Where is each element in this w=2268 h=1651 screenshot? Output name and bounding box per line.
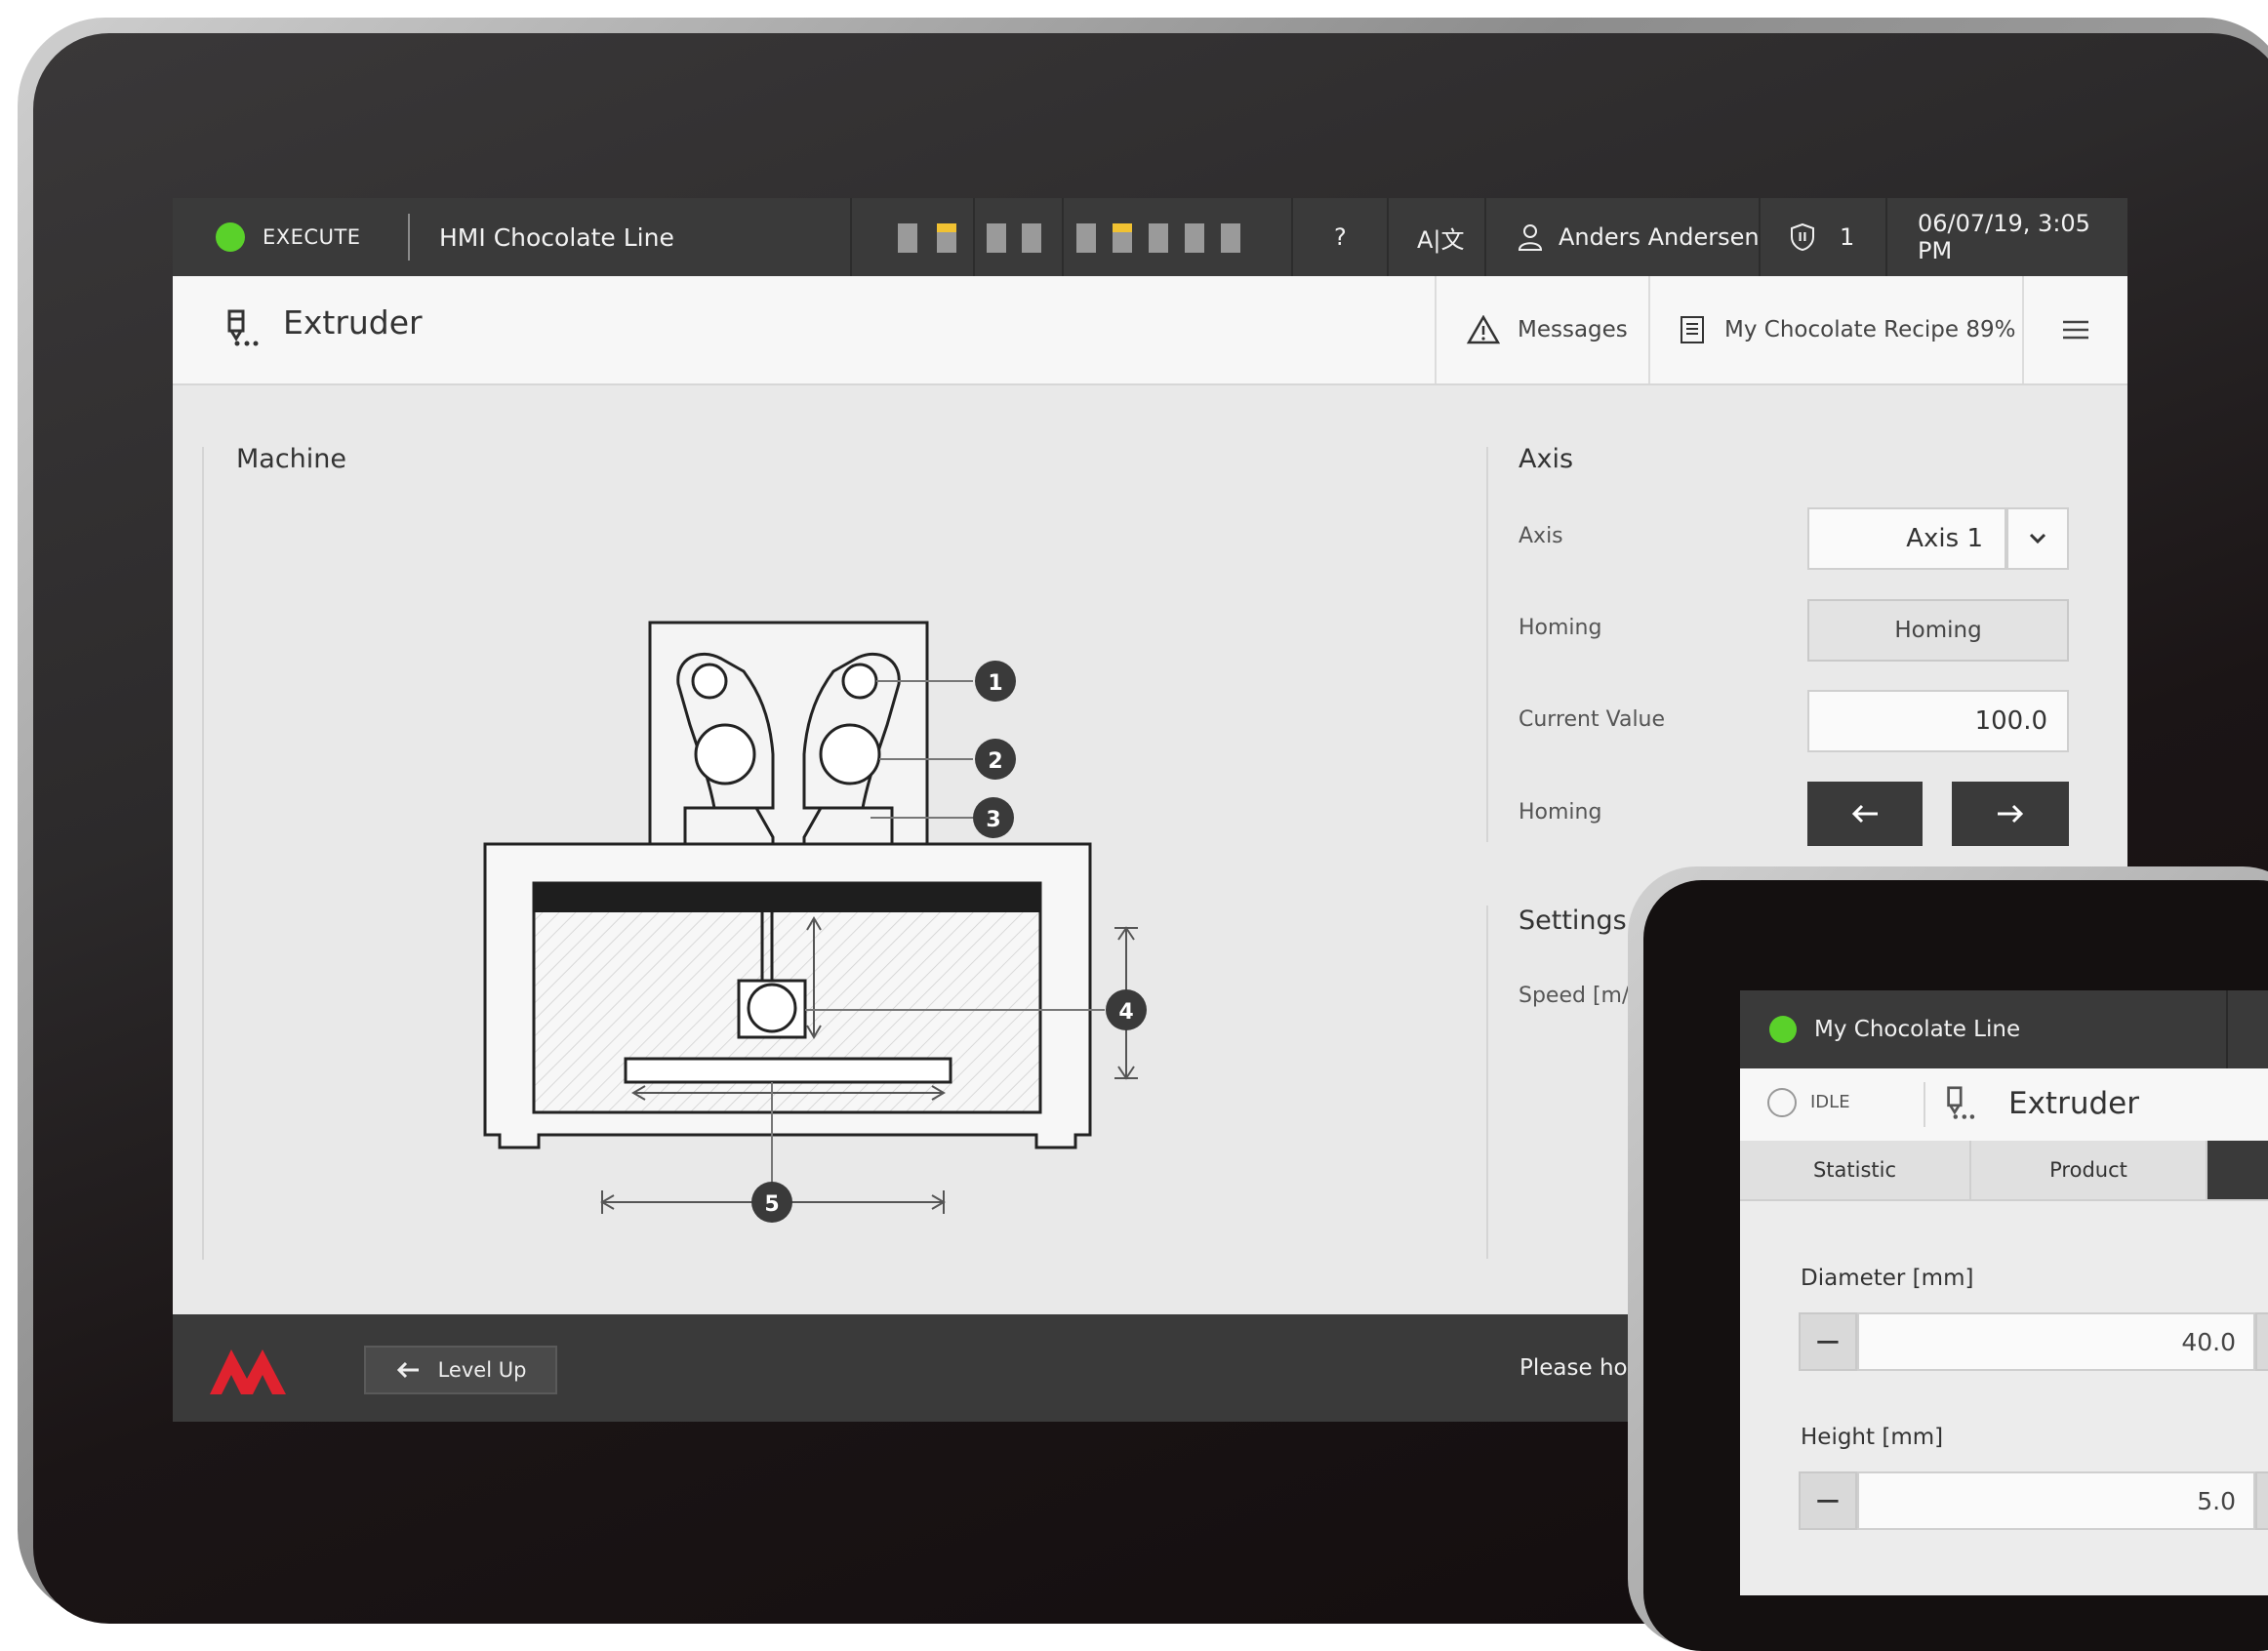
callout-2: 2	[988, 749, 1002, 774]
messages-button[interactable]: Messages	[1467, 276, 1628, 383]
user-button[interactable]: Anders Andersen	[1516, 198, 1760, 276]
status-dot-icon	[216, 222, 245, 252]
screen-slot-icon[interactable]	[1022, 223, 1041, 253]
callout-4: 4	[1118, 1000, 1133, 1025]
chevron-down-icon	[2029, 533, 2046, 544]
machine-title: Machine	[236, 444, 347, 474]
jog-left-button[interactable]	[1807, 782, 1923, 846]
screen-slot-icon[interactable]	[1076, 223, 1096, 253]
screen-slot-icon[interactable]	[937, 223, 956, 253]
settings-title: Settings	[1519, 906, 1627, 936]
screen-slot-icon[interactable]	[898, 223, 917, 253]
brand-logo	[210, 1349, 286, 1394]
settings-panel-divider	[1486, 906, 1488, 1259]
jog-right-button[interactable]	[1952, 782, 2069, 846]
state-label: IDLE	[1810, 1092, 1850, 1112]
second-title: Extruder	[2008, 1086, 2139, 1121]
screen-slot-icon[interactable]	[1221, 223, 1240, 253]
height-increment-button[interactable]: +	[2255, 1471, 2268, 1530]
mode-label: EXECUTE	[263, 225, 361, 249]
shield-icon	[1791, 222, 1814, 252]
second-header: IDLE Extruder	[1740, 1068, 2268, 1143]
height-input[interactable]: 5.0	[1857, 1471, 2255, 1530]
screen-slot-icon[interactable]	[987, 223, 1006, 253]
tab-product[interactable]: Product	[1971, 1141, 2207, 1199]
current-value-label: Current Value	[1519, 707, 1666, 732]
homing-label: Homing	[1519, 616, 1602, 640]
screen-slot-icon[interactable]	[1185, 223, 1204, 253]
access-level-value: 1	[1840, 223, 1855, 251]
menu-button[interactable]	[2061, 276, 2090, 383]
callout-3: 3	[986, 808, 1000, 832]
warning-icon	[1467, 315, 1500, 344]
mode-indicator[interactable]: EXECUTE	[216, 198, 361, 276]
diameter-input[interactable]: 40.0	[1857, 1312, 2255, 1371]
axis-panel-divider	[1486, 447, 1488, 842]
datetime: 06/07/19, 3:05 PM	[1918, 210, 2090, 264]
height-label: Height [mm]	[1801, 1425, 1944, 1450]
user-icon	[1518, 224, 1543, 251]
second-status-bar: My Chocolate Line	[1740, 990, 2268, 1068]
callout-1: 1	[988, 671, 1002, 696]
hamburger-menu-icon	[2063, 320, 2088, 340]
language-icon: A|文	[1417, 225, 1465, 254]
tab-statistic[interactable]: Statistic	[1740, 1141, 1971, 1199]
access-level[interactable]: 1	[1789, 198, 1854, 276]
homing-button[interactable]: Homing	[1807, 599, 2069, 662]
page-header: Extruder Messages My Chocolate Recipe 89…	[173, 276, 2127, 385]
screen-slot-icon[interactable]	[1149, 223, 1168, 253]
status-dot-icon	[1769, 1016, 1797, 1043]
extruder-icon	[227, 309, 259, 346]
machine-diagram: 1 2 3 4 5	[483, 621, 1147, 1223]
diameter-label: Diameter [mm]	[1801, 1266, 1974, 1291]
idle-status-icon	[1767, 1088, 1797, 1117]
tab-active[interactable]	[2207, 1141, 2268, 1199]
machine-panel-divider	[202, 447, 204, 1260]
app-title: HMI Chocolate Line	[439, 222, 674, 252]
axis-select[interactable]: Axis 1	[1807, 507, 2006, 570]
second-hmi-screen: My Chocolate Line IDLE Extruder Statisti…	[1740, 990, 2268, 1595]
axis-dropdown-button[interactable]	[2006, 507, 2069, 570]
extruder-icon	[1947, 1086, 1975, 1119]
arrow-left-icon	[1851, 804, 1878, 824]
callout-5: 5	[764, 1192, 779, 1217]
recipe-button[interactable]: My Chocolate Recipe 89%	[1680, 276, 2015, 383]
page-title: Extruder	[283, 303, 423, 342]
current-value-field[interactable]: 100.0	[1807, 690, 2069, 752]
height-decrement-button[interactable]: −	[1799, 1471, 1857, 1530]
user-name: Anders Andersen	[1559, 223, 1760, 251]
document-icon	[1681, 316, 1704, 343]
screen-slot-icon[interactable]	[1113, 223, 1132, 253]
status-bar: EXECUTE HMI Chocolate Line ? A|文 Anders …	[173, 198, 2127, 276]
footer-message: Please hol	[1519, 1355, 1634, 1381]
arrow-left-icon	[396, 1361, 419, 1379]
help-button[interactable]: ?	[1334, 198, 1347, 276]
language-button[interactable]: A|文	[1417, 198, 1465, 276]
axis-title: Axis	[1519, 444, 1574, 474]
diameter-increment-button[interactable]: +	[2255, 1312, 2268, 1371]
line-name: My Chocolate Line	[1814, 1017, 2021, 1042]
axis-label: Axis	[1519, 524, 1563, 548]
arrow-right-icon	[1998, 804, 2024, 824]
jog-label: Homing	[1519, 800, 1602, 825]
level-up-button[interactable]: Level Up	[364, 1346, 557, 1394]
second-tabs: Statistic Product	[1740, 1141, 2268, 1201]
speed-label: Speed [m/r	[1519, 984, 1639, 1008]
diameter-decrement-button[interactable]: −	[1799, 1312, 1857, 1371]
